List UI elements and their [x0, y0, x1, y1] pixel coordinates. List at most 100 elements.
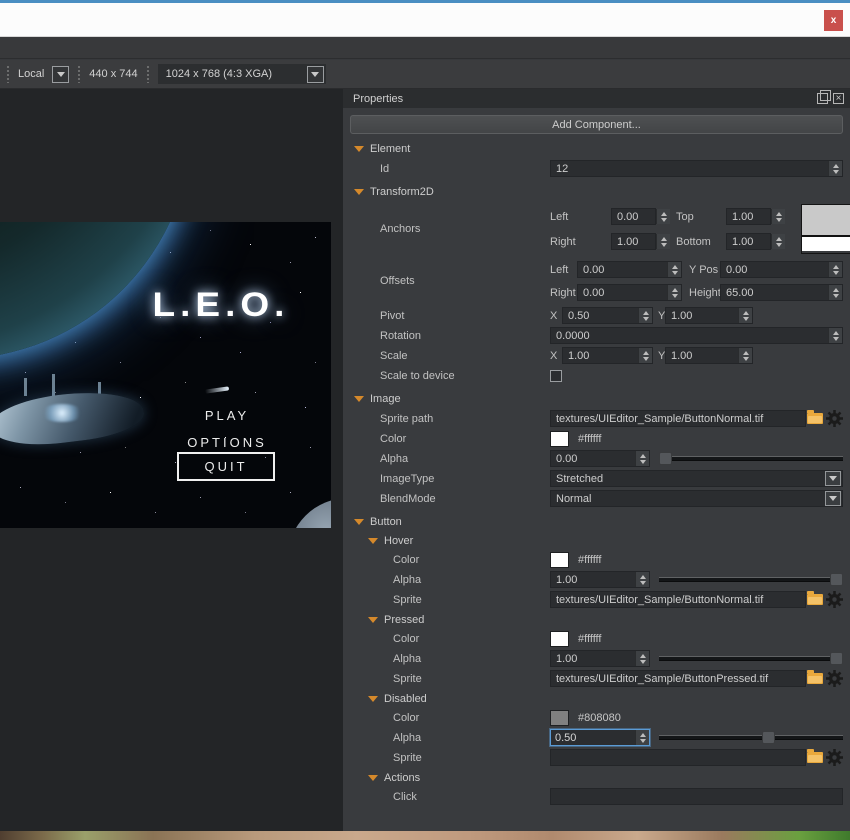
alpha-slider[interactable]: [659, 730, 843, 745]
spinner-down-icon[interactable]: [775, 217, 782, 222]
color-swatch[interactable]: [550, 430, 569, 447]
collapse-arrow-icon[interactable]: [354, 146, 364, 152]
spinner[interactable]: [738, 308, 752, 323]
color-swatch[interactable]: [550, 709, 569, 726]
id-field[interactable]: 12: [550, 160, 843, 177]
spinner-up-icon[interactable]: [742, 310, 749, 315]
spinner-up-icon[interactable]: [642, 310, 649, 315]
slider-handle[interactable]: [830, 573, 843, 586]
panel-titlebar[interactable]: Properties ×: [343, 89, 850, 108]
spinner-up-icon[interactable]: [660, 236, 667, 241]
spinner[interactable]: [635, 451, 649, 466]
imagetype-select[interactable]: Stretched: [550, 470, 843, 487]
offset-height-field[interactable]: 65.00: [720, 284, 843, 301]
toolbar-handle-icon[interactable]: [6, 65, 10, 83]
spinner-up-icon[interactable]: [742, 350, 749, 355]
spinner-up-icon[interactable]: [639, 574, 646, 579]
anchor-left-field[interactable]: 0.00: [611, 208, 656, 225]
spinner-down-icon[interactable]: [832, 270, 839, 275]
spinner[interactable]: [635, 730, 649, 745]
collapse-arrow-icon[interactable]: [368, 538, 378, 544]
spinner-up-icon[interactable]: [639, 453, 646, 458]
alpha-slider[interactable]: [659, 572, 843, 587]
collapse-arrow-icon[interactable]: [368, 696, 378, 702]
spinner-down-icon[interactable]: [832, 336, 839, 341]
click-action-field[interactable]: [550, 788, 843, 805]
dropdown-button[interactable]: [825, 471, 841, 486]
section-actions[interactable]: Actions: [343, 771, 843, 785]
section-button[interactable]: Button: [343, 515, 843, 529]
close-panel-icon[interactable]: ×: [833, 93, 844, 104]
color-swatch[interactable]: [550, 630, 569, 647]
section-hover[interactable]: Hover: [343, 534, 843, 548]
alpha-slider[interactable]: [659, 651, 843, 666]
pivot-y-field[interactable]: 1.00: [665, 307, 753, 324]
anchor-right-field[interactable]: 1.00: [611, 233, 656, 250]
spinner-down-icon[interactable]: [660, 242, 667, 247]
spinner[interactable]: [635, 572, 649, 587]
spinner[interactable]: [638, 308, 652, 323]
folder-icon[interactable]: [807, 670, 823, 684]
spinner-up-icon[interactable]: [832, 330, 839, 335]
spinner-up-icon[interactable]: [671, 287, 678, 292]
folder-icon[interactable]: [807, 749, 823, 763]
alpha-field[interactable]: 1.00: [550, 650, 650, 667]
collapse-arrow-icon[interactable]: [354, 519, 364, 525]
spinner-down-icon[interactable]: [642, 316, 649, 321]
spinner-down-icon[interactable]: [671, 270, 678, 275]
scale-y-field[interactable]: 1.00: [665, 347, 753, 364]
toolbar-handle-icon[interactable]: [145, 65, 150, 83]
spinner-up-icon[interactable]: [775, 211, 782, 216]
spinner[interactable]: [771, 209, 785, 224]
folder-icon[interactable]: [807, 591, 823, 605]
spinner-up-icon[interactable]: [832, 163, 839, 168]
spinner-down-icon[interactable]: [832, 293, 839, 298]
section-pressed[interactable]: Pressed: [343, 613, 843, 627]
spinner[interactable]: [638, 348, 652, 363]
spinner-down-icon[interactable]: [671, 293, 678, 298]
section-image[interactable]: Image: [343, 392, 843, 406]
sprite-field[interactable]: textures/UIEditor_Sample/ButtonNormal.ti…: [550, 591, 806, 608]
gear-icon[interactable]: [826, 670, 843, 687]
sprite-field[interactable]: textures/UIEditor_Sample/ButtonPressed.t…: [550, 670, 806, 687]
game-preview[interactable]: L.E.O. PLAY OPTIONS QUIT: [0, 222, 331, 528]
blendmode-select[interactable]: Normal: [550, 490, 843, 507]
offset-left-field[interactable]: 0.00: [577, 261, 682, 278]
spinner-up-icon[interactable]: [639, 653, 646, 658]
spinner[interactable]: [771, 234, 785, 249]
play-button[interactable]: PLAY: [205, 408, 249, 423]
alpha-input[interactable]: [551, 730, 635, 745]
resolution-dropdown-button[interactable]: [306, 65, 324, 83]
collapse-arrow-icon[interactable]: [368, 617, 378, 623]
alpha-field-focused[interactable]: [550, 729, 650, 746]
spinner[interactable]: [656, 234, 670, 249]
spinner[interactable]: [635, 651, 649, 666]
section-disabled[interactable]: Disabled: [343, 692, 843, 706]
spinner-up-icon[interactable]: [642, 350, 649, 355]
spinner[interactable]: [828, 328, 842, 343]
spinner[interactable]: [738, 348, 752, 363]
slider-handle[interactable]: [762, 731, 776, 744]
collapse-arrow-icon[interactable]: [368, 775, 378, 781]
rotation-field[interactable]: 0.0000: [550, 327, 843, 344]
spinner[interactable]: [667, 262, 681, 277]
spinner-down-icon[interactable]: [775, 242, 782, 247]
alpha-slider[interactable]: [659, 451, 843, 466]
alpha-field[interactable]: 1.00: [550, 571, 650, 588]
spinner-up-icon[interactable]: [775, 236, 782, 241]
scale-to-device-checkbox[interactable]: [550, 369, 562, 382]
player-mode-select[interactable]: [52, 65, 70, 83]
float-panel-icon[interactable]: [817, 90, 831, 104]
spinner-down-icon[interactable]: [639, 459, 646, 464]
section-element[interactable]: Element: [343, 142, 843, 156]
spinner-up-icon[interactable]: [660, 211, 667, 216]
resolution-select[interactable]: 1024 x 768 (4:3 XGA): [157, 64, 326, 84]
toolbar-handle-icon[interactable]: [77, 65, 82, 83]
gear-icon[interactable]: [826, 410, 843, 427]
spinner[interactable]: [828, 285, 842, 300]
gear-icon[interactable]: [826, 749, 843, 766]
collapse-arrow-icon[interactable]: [354, 189, 364, 195]
spinner-up-icon[interactable]: [832, 287, 839, 292]
gear-icon[interactable]: [826, 591, 843, 608]
spinner-down-icon[interactable]: [660, 217, 667, 222]
